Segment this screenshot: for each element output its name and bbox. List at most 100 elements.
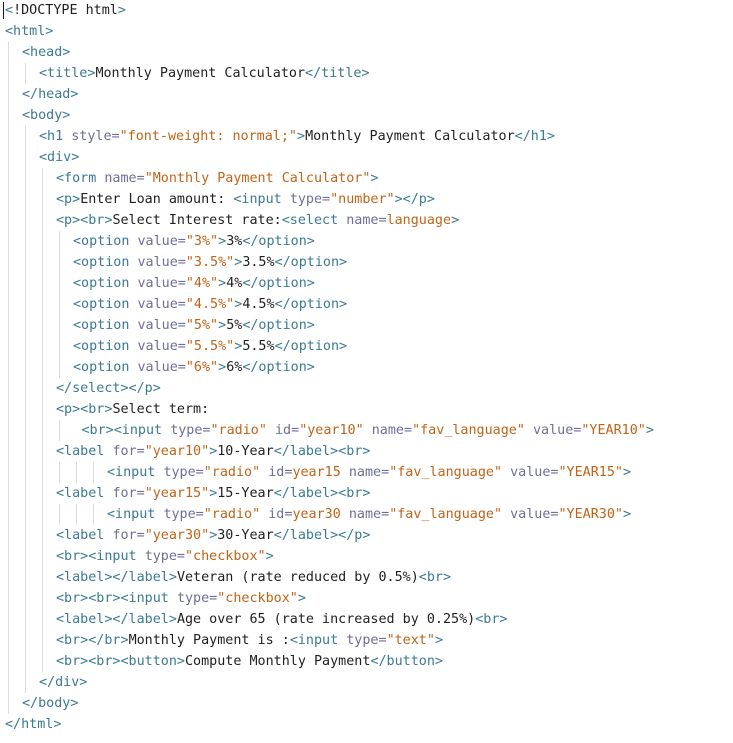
code-line[interactable]: <head>	[22, 42, 70, 63]
code-line[interactable]: <label for="year10">10-Year</label><br>	[56, 441, 370, 462]
code-token: type=	[163, 507, 204, 522]
code-line[interactable]: <p>Enter Loan amount: <input type="numbe…	[56, 189, 435, 210]
code-token: >	[218, 234, 227, 249]
code-token: Veteran (rate reduced by 0.5%)	[176, 570, 419, 585]
code-line[interactable]: <p><br>Select term:	[56, 399, 209, 420]
code-token: Monthly Payment Calculator	[95, 66, 306, 81]
code-token: <title>	[39, 66, 96, 81]
code-token: value=	[137, 255, 186, 270]
code-token: Select Interest rate:	[112, 213, 282, 228]
code-token: >	[434, 633, 443, 648]
code-token: </body>	[22, 696, 79, 711]
code-token: >	[623, 465, 632, 480]
code-token: "radio"	[210, 423, 267, 438]
code-line[interactable]: <option value="4.5%">4.5%</option>	[73, 294, 347, 315]
code-line[interactable]: </body>	[22, 693, 78, 714]
code-token: "fav_language"	[389, 507, 503, 522]
code-line[interactable]: <label for="year30">30-Year</label></p>	[56, 525, 370, 546]
code-line[interactable]: <h1 style="font-weight: normal;">Monthly…	[39, 126, 555, 147]
indent-guide	[93, 504, 94, 525]
code-token: "4.5%"	[185, 297, 235, 312]
code-token: >	[645, 423, 654, 438]
code-line[interactable]: <option value="5%">5%</option>	[73, 315, 315, 336]
code-line[interactable]: <label for="year15">15-Year</label><br>	[56, 483, 370, 504]
code-line[interactable]: </html>	[5, 714, 61, 735]
code-line[interactable]: <option value="5.5%">5.5%</option>	[73, 336, 347, 357]
code-line[interactable]: <br><input type="checkbox">	[56, 546, 274, 567]
code-token: "year10"	[299, 423, 364, 438]
code-line[interactable]: </div>	[39, 672, 87, 693]
code-token: "YEAR15"	[558, 465, 624, 480]
code-token: name=	[104, 171, 145, 186]
code-token: </title>	[305, 66, 370, 81]
code-line[interactable]: <br><br><button>Compute Monthly Payment<…	[56, 651, 443, 672]
indent-guide	[76, 504, 77, 525]
code-token: <option	[73, 276, 138, 291]
code-token: "font-weight: normal;"	[119, 129, 297, 144]
code-token: value=	[137, 318, 186, 333]
code-token: for=	[112, 486, 145, 501]
code-line[interactable]: <option value="3.5%">3.5%</option>	[73, 252, 347, 273]
code-line[interactable]: <body>	[22, 105, 70, 126]
code-token: <html>	[5, 24, 54, 39]
code-line[interactable]: <br><input type="radio" id="year10" name…	[82, 420, 654, 441]
code-line[interactable]: <p><br>Select Interest rate:<select name…	[56, 210, 459, 231]
code-line[interactable]: </select></p>	[56, 378, 161, 399]
code-line[interactable]: <html>	[5, 21, 53, 42]
indent-guide	[59, 231, 60, 378]
code-line[interactable]: <option value="6%">6%</option>	[73, 357, 315, 378]
code-editor[interactable]: <!DOCTYPE html> <html> <head> <title>Monthl…	[0, 0, 733, 743]
code-token: <label	[56, 528, 113, 543]
code-token: year15	[292, 465, 341, 480]
code-line[interactable]: <div>	[39, 147, 79, 168]
code-token: "radio"	[203, 507, 261, 522]
code-token: <head>	[22, 45, 71, 60]
code-token: <br>	[418, 570, 452, 585]
code-token: </head>	[22, 87, 79, 102]
code-token: <body>	[22, 108, 71, 123]
code-token: </div>	[39, 675, 88, 690]
code-token: <br>	[475, 612, 508, 627]
code-token: "5.5%"	[185, 339, 235, 354]
code-line[interactable]: <title>Monthly Payment Calculator</title…	[39, 63, 370, 84]
code-token: <br><br><input	[56, 591, 177, 606]
code-token: !DOCTYPE html	[13, 3, 118, 18]
code-token: language	[386, 213, 452, 228]
code-line[interactable]: <input type="radio" id=year15 name="fav_…	[107, 462, 631, 483]
code-line[interactable]: </head>	[22, 84, 78, 105]
code-token: "year15"	[144, 486, 210, 501]
code-token: </option>	[242, 276, 315, 291]
code-line[interactable]: <br><br><input type="checkbox">	[56, 588, 306, 609]
code-token: for=	[112, 528, 145, 543]
code-token: <select	[281, 213, 347, 228]
code-line[interactable]: <br></br>Monthly Payment is :<input type…	[56, 630, 443, 651]
code-token: 15-Year	[217, 486, 274, 501]
code-token: 30-Year	[217, 528, 274, 543]
code-token: <label></label>	[56, 612, 177, 627]
code-line[interactable]: <input type="radio" id=year30 name="fav_…	[107, 504, 631, 525]
code-token: type=	[176, 591, 218, 606]
text-cursor	[3, 2, 4, 19]
code-token: </option>	[274, 339, 348, 354]
code-token: type=	[170, 423, 211, 438]
code-token: </option>	[274, 255, 348, 270]
code-token: Compute Monthly Payment	[185, 654, 371, 669]
indent-guide	[8, 42, 9, 714]
code-token: type=	[289, 192, 331, 207]
code-token: "year30"	[144, 528, 210, 543]
code-line[interactable]: <option value="3%">3%</option>	[73, 231, 315, 252]
code-line[interactable]: <form name="Monthly Payment Calculator">	[56, 168, 378, 189]
code-token: </h1>	[514, 129, 555, 144]
code-line[interactable]: <option value="4%">4%</option>	[73, 273, 315, 294]
code-line[interactable]: <!DOCTYPE html>	[5, 0, 126, 21]
code-token: name=	[348, 507, 390, 522]
indent-guide	[93, 462, 94, 483]
code-token: type=	[346, 633, 387, 648]
code-line[interactable]: <label></label>Age over 65 (rate increas…	[56, 609, 507, 630]
code-token: </option>	[242, 360, 315, 375]
code-line[interactable]: <label></label>Veteran (rate reduced by …	[56, 567, 451, 588]
